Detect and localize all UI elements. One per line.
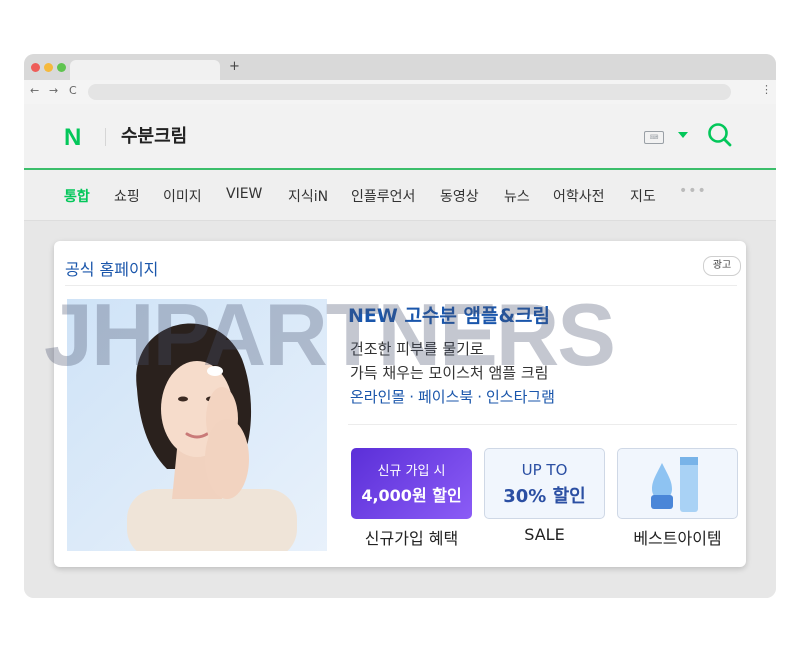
link-online-mall[interactable]: 온라인몰 — [350, 388, 405, 406]
close-dot[interactable] — [31, 63, 40, 72]
tab-kin[interactable]: 지식iN — [288, 186, 328, 206]
reload-icon[interactable]: C — [69, 84, 77, 97]
chevron-down-icon[interactable] — [678, 132, 688, 138]
browser-tab[interactable] — [70, 60, 220, 80]
address-bar-row: ← → C ⋮ — [24, 80, 776, 104]
tile-best-item[interactable] — [617, 448, 738, 519]
tile-sale-caption[interactable]: SALE — [484, 525, 605, 544]
tile-signup-benefit[interactable]: 신규 가입 시 4,000원 할인 — [351, 448, 472, 519]
menu-icon[interactable]: ⋮ — [761, 83, 772, 96]
maximize-dot[interactable] — [57, 63, 66, 72]
product-image — [651, 457, 698, 512]
tab-influencer[interactable]: 인플루언서 — [351, 186, 415, 206]
back-icon[interactable]: ← — [30, 84, 39, 97]
tab-bar: + — [24, 54, 776, 80]
minimize-dot[interactable] — [44, 63, 53, 72]
ad-badge[interactable]: 광고 — [703, 256, 741, 276]
tile-sale-line2: 30% 할인 — [503, 486, 586, 507]
results-area: 공식 홈페이지 광고 NEW 고수분 앰플&크림 건조한 피부를 물기로 가득 … — [24, 221, 776, 598]
forward-icon[interactable]: → — [49, 84, 58, 97]
ad-sitelinks: 온라인몰 · 페이스북 · 인스타그램 — [350, 386, 555, 407]
link-facebook[interactable]: 페이스북 — [418, 388, 473, 406]
tile-signup-line2: 4,000원 할인 — [361, 486, 462, 505]
tile-sale[interactable]: UP TO 30% 할인 — [484, 448, 605, 519]
url-field[interactable] — [88, 84, 731, 100]
naver-logo[interactable]: N — [64, 124, 81, 152]
tab-shopping[interactable]: 쇼핑 — [114, 186, 140, 206]
tab-integrated[interactable]: 통합 — [64, 186, 90, 206]
tab-news[interactable]: 뉴스 — [504, 186, 530, 206]
search-icon[interactable] — [707, 122, 733, 152]
tile-best-caption[interactable]: 베스트아이템 — [617, 525, 738, 549]
new-tab-button[interactable]: + — [229, 59, 240, 74]
tab-video[interactable]: 동영상 — [440, 186, 479, 206]
ad-divider-2 — [348, 424, 737, 425]
link-separator: · — [477, 388, 482, 406]
search-header: N 수분크림 ⌨ — [24, 104, 776, 170]
keyboard-icon[interactable]: ⌨ — [644, 131, 664, 144]
link-instagram[interactable]: 인스타그램 — [486, 388, 555, 406]
tab-map[interactable]: 지도 — [630, 186, 656, 206]
more-tabs-icon[interactable]: ••• — [679, 183, 707, 199]
tile-signup-line1: 신규 가입 시 — [377, 464, 446, 479]
search-tabs: 통합 쇼핑 이미지 VIEW 지식iN 인플루언서 동영상 뉴스 어학사전 지도… — [24, 170, 776, 221]
tab-dictionary[interactable]: 어학사전 — [553, 186, 605, 206]
ad-section-title[interactable]: 공식 홈페이지 — [65, 256, 158, 280]
tile-sale-line1: UP TO — [521, 461, 568, 479]
header-separator — [105, 128, 106, 146]
watermark: JHPARTNERS — [44, 285, 616, 384]
tile-signup-caption[interactable]: 신규가입 혜택 — [351, 525, 472, 549]
link-separator: · — [409, 388, 414, 406]
tab-images[interactable]: 이미지 — [163, 186, 202, 206]
search-query[interactable]: 수분크림 — [121, 122, 187, 148]
tab-view[interactable]: VIEW — [226, 186, 262, 202]
